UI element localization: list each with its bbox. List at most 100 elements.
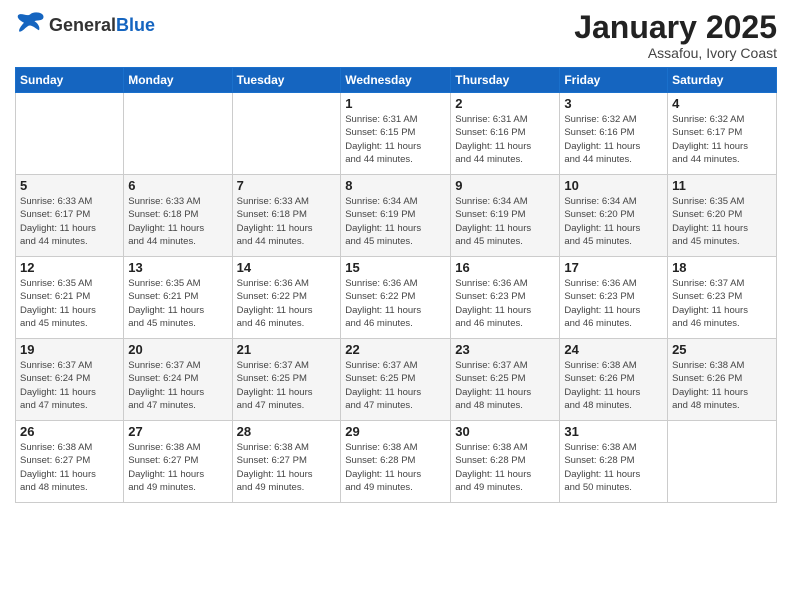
day-number: 18 xyxy=(672,260,772,275)
calendar-table: SundayMondayTuesdayWednesdayThursdayFrid… xyxy=(15,67,777,503)
day-info: Sunrise: 6:34 AMSunset: 6:19 PMDaylight:… xyxy=(455,195,555,248)
day-number: 1 xyxy=(345,96,446,111)
calendar-cell: 12 Sunrise: 6:35 AMSunset: 6:21 PMDayligh… xyxy=(16,257,124,339)
calendar-cell xyxy=(232,93,341,175)
day-info: Sunrise: 6:36 AMSunset: 6:23 PMDaylight:… xyxy=(564,277,663,330)
page-header: General Blue January 2025 Assafou, Ivory… xyxy=(15,10,777,61)
calendar-cell: 8 Sunrise: 6:34 AMSunset: 6:19 PMDaylight… xyxy=(341,175,451,257)
calendar-cell xyxy=(668,421,777,503)
calendar-cell: 21 Sunrise: 6:37 AMSunset: 6:25 PMDayligh… xyxy=(232,339,341,421)
calendar-cell: 2 Sunrise: 6:31 AMSunset: 6:16 PMDaylight… xyxy=(451,93,560,175)
day-info: Sunrise: 6:36 AMSunset: 6:22 PMDaylight:… xyxy=(345,277,446,330)
day-number: 29 xyxy=(345,424,446,439)
day-number: 2 xyxy=(455,96,555,111)
day-info: Sunrise: 6:37 AMSunset: 6:24 PMDaylight:… xyxy=(128,359,227,412)
calendar-cell xyxy=(16,93,124,175)
day-number: 14 xyxy=(237,260,337,275)
day-number: 7 xyxy=(237,178,337,193)
day-info: Sunrise: 6:37 AMSunset: 6:24 PMDaylight:… xyxy=(20,359,119,412)
calendar-cell: 24Sunrise: 6:38 AMSunset: 6:26 PMDayligh… xyxy=(560,339,668,421)
day-number: 3 xyxy=(564,96,663,111)
location-title: Assafou, Ivory Coast xyxy=(574,45,777,61)
calendar-cell: 14 Sunrise: 6:36 AMSunset: 6:22 PMDayligh… xyxy=(232,257,341,339)
weekday-header: Monday xyxy=(124,68,232,93)
day-info: Sunrise: 6:31 AMSunset: 6:16 PMDaylight:… xyxy=(455,113,555,166)
weekday-header: Sunday xyxy=(16,68,124,93)
month-title: January 2025 xyxy=(574,10,777,45)
day-info: Sunrise: 6:32 AMSunset: 6:17 PMDaylight:… xyxy=(672,113,772,166)
day-number: 4 xyxy=(672,96,772,111)
day-number: 24 xyxy=(564,342,663,357)
logo-general-text: General xyxy=(49,16,116,34)
calendar-cell: 1Sunrise: 6:31 AMSunset: 6:15 PMDaylight… xyxy=(341,93,451,175)
calendar-cell: 6 Sunrise: 6:33 AMSunset: 6:18 PMDaylight… xyxy=(124,175,232,257)
calendar-cell: 26 Sunrise: 6:38 AMSunset: 6:27 PMDayligh… xyxy=(16,421,124,503)
day-info: Sunrise: 6:35 AMSunset: 6:21 PMDaylight:… xyxy=(20,277,119,330)
day-number: 8 xyxy=(345,178,446,193)
weekday-header: Thursday xyxy=(451,68,560,93)
day-info: Sunrise: 6:38 AMSunset: 6:27 PMDaylight:… xyxy=(128,441,227,494)
day-number: 11 xyxy=(672,178,772,193)
day-number: 26 xyxy=(20,424,119,439)
calendar-cell: 7 Sunrise: 6:33 AMSunset: 6:18 PMDaylight… xyxy=(232,175,341,257)
day-info: Sunrise: 6:33 AMSunset: 6:18 PMDaylight:… xyxy=(128,195,227,248)
day-number: 13 xyxy=(128,260,227,275)
day-number: 10 xyxy=(564,178,663,193)
day-info: Sunrise: 6:32 AMSunset: 6:16 PMDaylight:… xyxy=(564,113,663,166)
day-number: 12 xyxy=(20,260,119,275)
title-area: January 2025 Assafou, Ivory Coast xyxy=(574,10,777,61)
day-info: Sunrise: 6:36 AMSunset: 6:22 PMDaylight:… xyxy=(237,277,337,330)
day-number: 9 xyxy=(455,178,555,193)
calendar-cell xyxy=(124,93,232,175)
logo-blue-text: Blue xyxy=(116,16,155,34)
day-number: 20 xyxy=(128,342,227,357)
logo-bird-icon xyxy=(15,10,45,34)
calendar-cell: 25 Sunrise: 6:38 AMSunset: 6:26 PMDayligh… xyxy=(668,339,777,421)
day-number: 5 xyxy=(20,178,119,193)
calendar-cell: 27 Sunrise: 6:38 AMSunset: 6:27 PMDayligh… xyxy=(124,421,232,503)
day-number: 27 xyxy=(128,424,227,439)
calendar-cell: 19 Sunrise: 6:37 AMSunset: 6:24 PMDayligh… xyxy=(16,339,124,421)
day-info: Sunrise: 6:35 AMSunset: 6:21 PMDaylight:… xyxy=(128,277,227,330)
day-info: Sunrise: 6:34 AMSunset: 6:19 PMDaylight:… xyxy=(345,195,446,248)
day-info: Sunrise: 6:38 AMSunset: 6:27 PMDaylight:… xyxy=(20,441,119,494)
day-number: 6 xyxy=(128,178,227,193)
calendar-cell: 5 Sunrise: 6:33 AMSunset: 6:17 PMDaylight… xyxy=(16,175,124,257)
day-number: 19 xyxy=(20,342,119,357)
calendar-cell: 30 Sunrise: 6:38 AMSunset: 6:28 PMDayligh… xyxy=(451,421,560,503)
calendar-cell: 13 Sunrise: 6:35 AMSunset: 6:21 PMDayligh… xyxy=(124,257,232,339)
weekday-header: Wednesday xyxy=(341,68,451,93)
calendar-cell: 28 Sunrise: 6:38 AMSunset: 6:27 PMDayligh… xyxy=(232,421,341,503)
day-info: Sunrise: 6:38 AMSunset: 6:28 PMDaylight:… xyxy=(345,441,446,494)
weekday-header: Saturday xyxy=(668,68,777,93)
day-number: 17 xyxy=(564,260,663,275)
day-info: Sunrise: 6:33 AMSunset: 6:17 PMDaylight:… xyxy=(20,195,119,248)
weekday-header: Friday xyxy=(560,68,668,93)
day-number: 15 xyxy=(345,260,446,275)
day-info: Sunrise: 6:33 AMSunset: 6:18 PMDaylight:… xyxy=(237,195,337,248)
day-info: Sunrise: 6:38 AMSunset: 6:26 PMDaylight:… xyxy=(672,359,772,412)
calendar-cell: 11Sunrise: 6:35 AMSunset: 6:20 PMDayligh… xyxy=(668,175,777,257)
calendar-cell: 23Sunrise: 6:37 AMSunset: 6:25 PMDayligh… xyxy=(451,339,560,421)
logo: General Blue xyxy=(15,10,155,39)
calendar-cell: 3 Sunrise: 6:32 AMSunset: 6:16 PMDaylight… xyxy=(560,93,668,175)
calendar-cell: 20 Sunrise: 6:37 AMSunset: 6:24 PMDayligh… xyxy=(124,339,232,421)
day-info: Sunrise: 6:38 AMSunset: 6:27 PMDaylight:… xyxy=(237,441,337,494)
day-number: 16 xyxy=(455,260,555,275)
day-info: Sunrise: 6:38 AMSunset: 6:28 PMDaylight:… xyxy=(455,441,555,494)
day-info: Sunrise: 6:34 AMSunset: 6:20 PMDaylight:… xyxy=(564,195,663,248)
day-number: 30 xyxy=(455,424,555,439)
calendar-cell: 22Sunrise: 6:37 AMSunset: 6:25 PMDayligh… xyxy=(341,339,451,421)
day-info: Sunrise: 6:37 AMSunset: 6:25 PMDaylight:… xyxy=(237,359,337,412)
calendar-cell: 17 Sunrise: 6:36 AMSunset: 6:23 PMDayligh… xyxy=(560,257,668,339)
calendar-cell: 29 Sunrise: 6:38 AMSunset: 6:28 PMDayligh… xyxy=(341,421,451,503)
day-number: 25 xyxy=(672,342,772,357)
calendar-cell: 9 Sunrise: 6:34 AMSunset: 6:19 PMDaylight… xyxy=(451,175,560,257)
day-info: Sunrise: 6:36 AMSunset: 6:23 PMDaylight:… xyxy=(455,277,555,330)
calendar-cell: 18 Sunrise: 6:37 AMSunset: 6:23 PMDayligh… xyxy=(668,257,777,339)
day-number: 28 xyxy=(237,424,337,439)
calendar-cell: 31Sunrise: 6:38 AMSunset: 6:28 PMDayligh… xyxy=(560,421,668,503)
day-number: 21 xyxy=(237,342,337,357)
day-info: Sunrise: 6:37 AMSunset: 6:23 PMDaylight:… xyxy=(672,277,772,330)
calendar-cell: 15 Sunrise: 6:36 AMSunset: 6:22 PMDayligh… xyxy=(341,257,451,339)
